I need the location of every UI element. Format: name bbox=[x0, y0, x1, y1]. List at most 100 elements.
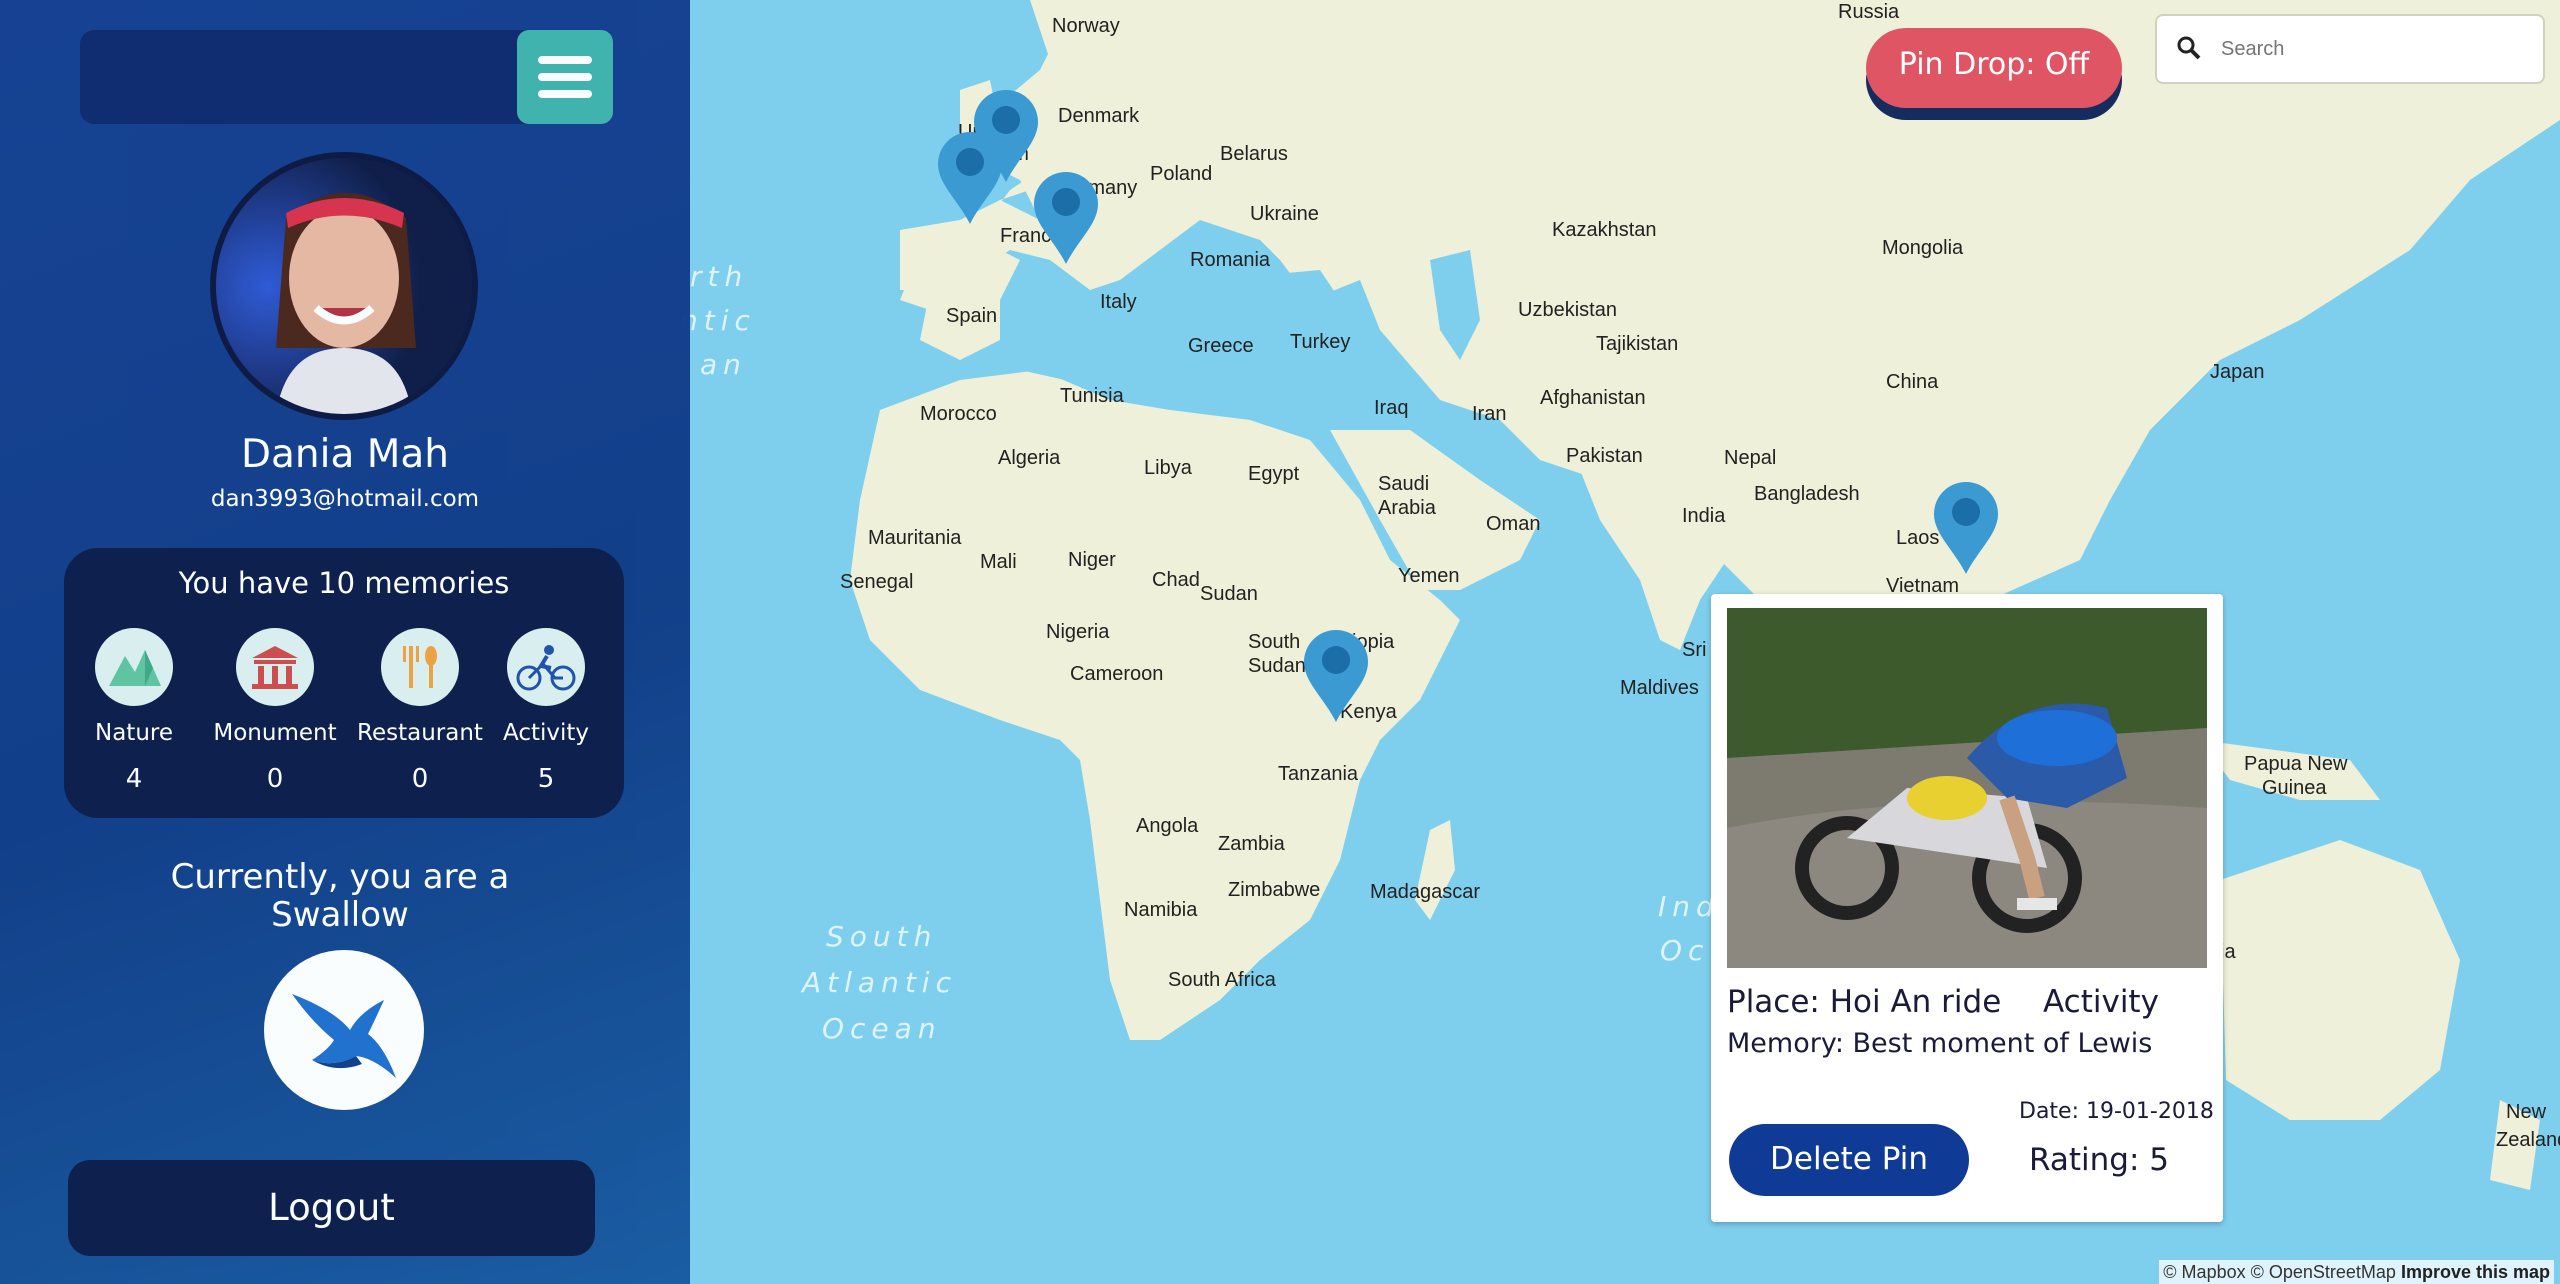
category-label: Nature bbox=[95, 720, 173, 746]
map-label: Arabia bbox=[1378, 497, 1437, 519]
map-label: Sri bbox=[1682, 639, 1706, 661]
map-label: Oman bbox=[1486, 513, 1540, 535]
map-label: Sudan bbox=[1248, 655, 1306, 677]
improve-map-link[interactable]: Improve this map bbox=[2401, 1262, 2550, 1282]
map-label: Iraq bbox=[1374, 397, 1408, 419]
sidebar: Dania Mah dan3993@hotmail.com You have 1… bbox=[0, 0, 690, 1284]
category-monument[interactable]: Monument 0 bbox=[205, 628, 345, 794]
menu-line-icon bbox=[538, 73, 592, 81]
category-count: 5 bbox=[537, 764, 555, 794]
map-label: Poland bbox=[1150, 163, 1212, 185]
map-label: Niger bbox=[1068, 549, 1116, 571]
map-label: Iran bbox=[1472, 403, 1506, 425]
attribution-text: © Mapbox © OpenStreetMap bbox=[2163, 1262, 2396, 1282]
status-text: Currently, you are a Swallow bbox=[170, 857, 510, 935]
map-label: Tajikistan bbox=[1596, 333, 1678, 355]
map-label: Guinea bbox=[2262, 777, 2327, 799]
map-label: Chad bbox=[1152, 569, 1200, 591]
profile-name: Dania Mah bbox=[240, 432, 450, 477]
map-label: Japan bbox=[2210, 361, 2265, 383]
map-label: Tunisia bbox=[1060, 385, 1125, 407]
nature-icon bbox=[95, 628, 173, 706]
map-label: Morocco bbox=[920, 403, 997, 425]
category-nature[interactable]: Nature 4 bbox=[64, 628, 204, 794]
map-label: Romania bbox=[1190, 249, 1271, 271]
activity-icon bbox=[507, 628, 585, 706]
pin-drop-toggle-button[interactable]: Pin Drop: Off bbox=[1866, 28, 2122, 108]
ocean-label: Ocean bbox=[822, 1012, 942, 1045]
pin-dot bbox=[1952, 498, 1980, 526]
delete-pin-button[interactable]: Delete Pin bbox=[1729, 1124, 1969, 1196]
restaurant-icon bbox=[381, 628, 459, 706]
map-label: Mali bbox=[980, 551, 1017, 573]
map-label: Egypt bbox=[1248, 463, 1300, 485]
popup-date: Date: 19-01-2018 bbox=[2019, 1099, 2214, 1124]
ocean-label: an bbox=[700, 348, 747, 381]
memories-card: You have 10 memories Nature 4 Monument 0… bbox=[64, 548, 624, 818]
search-input[interactable] bbox=[2219, 28, 2523, 70]
map-label: Denmark bbox=[1058, 105, 1140, 127]
swallow-badge-icon bbox=[264, 950, 424, 1110]
map-label: Zimbabwe bbox=[1228, 879, 1320, 901]
map-label: Kenya bbox=[1340, 701, 1398, 723]
map-label: Sudan bbox=[1200, 583, 1258, 605]
pin-dot bbox=[992, 106, 1020, 134]
map-label: Norway bbox=[1052, 15, 1120, 37]
map-label: Angola bbox=[1136, 815, 1199, 837]
map-label: Nepal bbox=[1724, 447, 1776, 469]
category-activity[interactable]: Activity 5 bbox=[476, 628, 616, 794]
ocean-label: ntic bbox=[680, 304, 756, 337]
map-label: Italy bbox=[1100, 291, 1137, 313]
map-label: Ukraine bbox=[1250, 203, 1319, 225]
monument-icon bbox=[236, 628, 314, 706]
ocean-label: Atlantic bbox=[800, 966, 957, 999]
profile-email: dan3993@hotmail.com bbox=[210, 486, 480, 512]
map-label: Belarus bbox=[1220, 143, 1288, 165]
map-label: China bbox=[1886, 371, 1939, 393]
map-attribution: © Mapbox © OpenStreetMap Improve this ma… bbox=[2159, 1260, 2554, 1284]
pin-dot bbox=[1052, 188, 1080, 216]
menu-line-icon bbox=[538, 56, 592, 64]
map-label: South bbox=[1248, 631, 1300, 653]
map-label: Spain bbox=[946, 305, 997, 327]
popup-category: Activity bbox=[2043, 984, 2159, 1020]
map-label: Afghanistan bbox=[1540, 387, 1646, 409]
map-label: Zambia bbox=[1218, 833, 1286, 855]
map-label: Turkey bbox=[1290, 331, 1350, 353]
category-count: 0 bbox=[411, 764, 429, 794]
map-label: Namibia bbox=[1124, 899, 1198, 921]
menu-line-icon bbox=[538, 90, 592, 98]
map-label: South Africa bbox=[1168, 969, 1277, 991]
category-count: 0 bbox=[266, 764, 284, 794]
map-label: Russia bbox=[1838, 1, 1900, 23]
category-label: Monument bbox=[213, 720, 337, 746]
category-restaurant[interactable]: Restaurant 0 bbox=[350, 628, 490, 794]
map-label: Yemen bbox=[1398, 565, 1460, 587]
map-label: Nigeria bbox=[1046, 621, 1110, 643]
map-label: Algeria bbox=[998, 447, 1061, 469]
map-label: Greece bbox=[1188, 335, 1254, 357]
map-label: Pakistan bbox=[1566, 445, 1643, 467]
map-label: Saudi bbox=[1378, 473, 1429, 495]
map-label: Maldives bbox=[1620, 677, 1699, 699]
memory-photo bbox=[1727, 608, 2207, 968]
map-label: Senegal bbox=[840, 571, 913, 593]
category-label: Activity bbox=[502, 720, 589, 746]
ocean-label: Oc bbox=[1660, 934, 1709, 967]
popup-rating: Rating: 5 bbox=[2029, 1142, 2169, 1178]
search-icon bbox=[2177, 36, 2201, 60]
map-label: Mongolia bbox=[1882, 237, 1964, 259]
map-label: Bangladesh bbox=[1754, 483, 1860, 505]
hamburger-menu-button[interactable] bbox=[517, 30, 613, 124]
logout-button[interactable]: Logout bbox=[68, 1160, 595, 1256]
map-label: India bbox=[1682, 505, 1726, 527]
pin-dot bbox=[1322, 646, 1350, 674]
map-label: Kazakhstan bbox=[1552, 219, 1657, 241]
memories-title: You have 10 memories bbox=[178, 566, 510, 600]
map-label: Madagascar bbox=[1370, 881, 1480, 903]
popup-place: Place: Hoi An ride bbox=[1727, 984, 2002, 1020]
land-australia bbox=[2220, 840, 2460, 1120]
map-label: Tanzania bbox=[1278, 763, 1359, 785]
popup-memory: Memory: Best moment of Lewis bbox=[1727, 1028, 2153, 1059]
search-box bbox=[2157, 16, 2543, 82]
